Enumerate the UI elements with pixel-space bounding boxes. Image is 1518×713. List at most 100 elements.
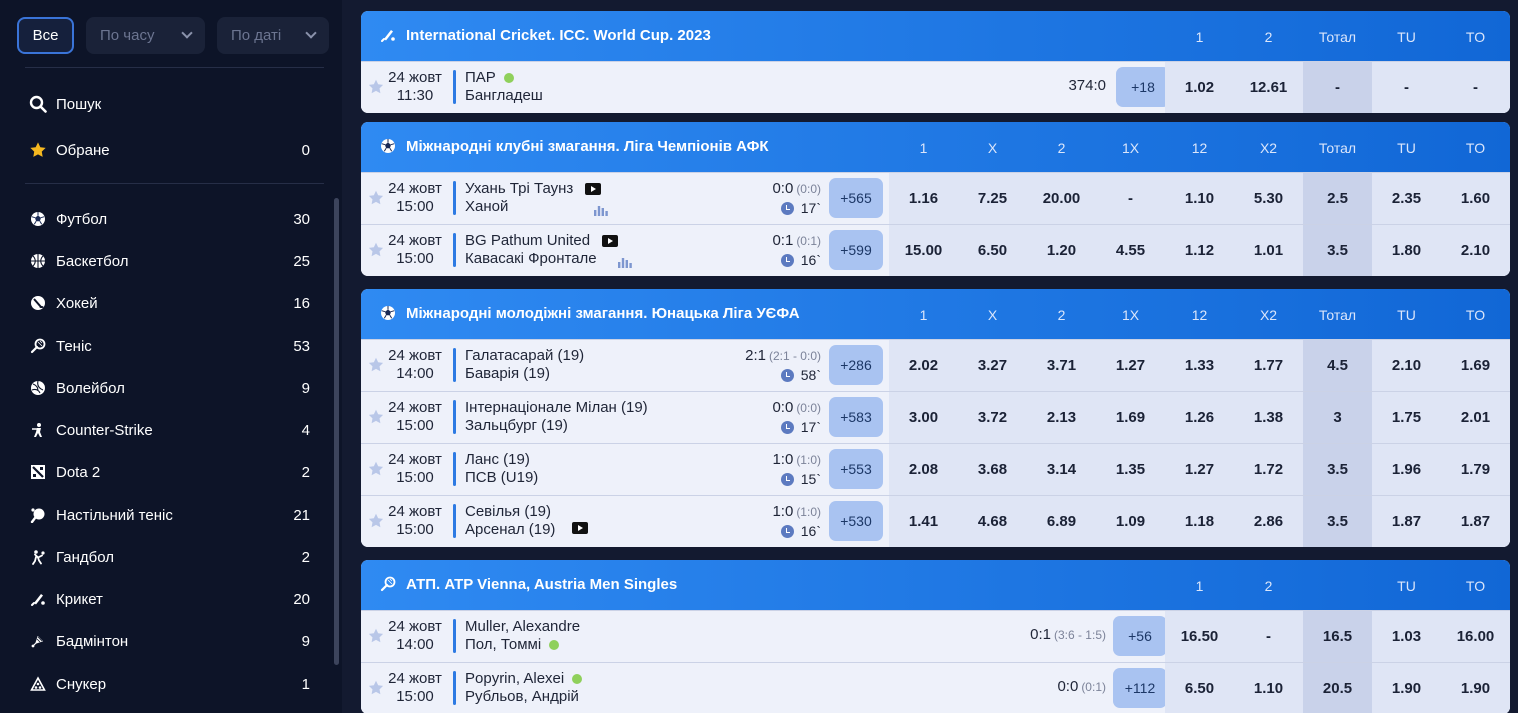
odd-cell[interactable]: 1.12 bbox=[1165, 225, 1234, 276]
more-markets-button[interactable]: +565 bbox=[829, 178, 883, 218]
odd-cell[interactable]: - bbox=[1303, 62, 1372, 113]
league-header[interactable]: International Cricket. ICC. World Cup. 2… bbox=[361, 11, 1510, 61]
odd-cell[interactable]: 1.02 bbox=[1165, 62, 1234, 113]
event-row[interactable]: 24 жовт 15:00 BG Pathum United Кавасакі Фро… bbox=[361, 224, 1510, 276]
odd-cell[interactable]: 1.10 bbox=[1165, 173, 1234, 224]
odd-cell[interactable]: 4.55 bbox=[1096, 225, 1165, 276]
odd-cell[interactable]: 15.00 bbox=[889, 225, 958, 276]
live-stream-icon[interactable] bbox=[585, 183, 602, 195]
more-markets-button[interactable]: +583 bbox=[829, 397, 883, 437]
event-row[interactable]: 24 жовт 14:00 Muller, Alexandre Пол, Томмі 0… bbox=[361, 610, 1510, 662]
odd-cell[interactable]: 1.69 bbox=[1096, 392, 1165, 443]
odd-cell[interactable]: 1.03 bbox=[1372, 611, 1441, 662]
sidebar-item-cricket[interactable]: Крикет 20 bbox=[28, 587, 318, 611]
favorites-item[interactable]: Обране 0 bbox=[28, 138, 318, 162]
odd-cell[interactable]: 1.87 bbox=[1441, 496, 1510, 547]
event-row[interactable]: 24 жовт 14:00 Галатасарай (19) Баварія (19)… bbox=[361, 339, 1510, 391]
odd-cell[interactable]: 3.71 bbox=[1027, 340, 1096, 391]
odd-cell[interactable]: 3 bbox=[1303, 392, 1372, 443]
event-row[interactable]: 24 жовт 15:00 Popyrin, Alexei Рубльов, Андр… bbox=[361, 662, 1510, 713]
odd-cell[interactable]: 4.5 bbox=[1303, 340, 1372, 391]
odd-cell[interactable]: 2.08 bbox=[889, 444, 958, 495]
more-markets-button[interactable]: +112 bbox=[1113, 668, 1167, 708]
odd-cell[interactable]: - bbox=[1372, 62, 1441, 113]
odd-cell[interactable]: 1.87 bbox=[1372, 496, 1441, 547]
odd-cell[interactable]: 2.01 bbox=[1441, 392, 1510, 443]
odd-cell[interactable]: 7.25 bbox=[958, 173, 1027, 224]
odd-cell[interactable]: 3.5 bbox=[1303, 496, 1372, 547]
odd-cell[interactable]: 2.13 bbox=[1027, 392, 1096, 443]
odd-cell[interactable]: 6.50 bbox=[958, 225, 1027, 276]
odd-cell[interactable]: - bbox=[1234, 611, 1303, 662]
sidebar-item-dota2[interactable]: Dota 2 2 bbox=[28, 460, 318, 484]
odd-cell[interactable]: 1.80 bbox=[1372, 225, 1441, 276]
odd-cell[interactable]: 20.00 bbox=[1027, 173, 1096, 224]
odd-cell[interactable]: 20.5 bbox=[1303, 663, 1372, 713]
event-row[interactable]: 24 жовт 15:00 Інтернаціонале Мілан (19) Зал… bbox=[361, 391, 1510, 443]
league-header[interactable]: АТП. ATP Vienna, Austria Men Singles 1 2 TU… bbox=[361, 560, 1510, 610]
event-row[interactable]: 24 жовт 15:00 Ухань Трі Таунз Ханой 0:0 (0:0)… bbox=[361, 172, 1510, 224]
odd-cell[interactable]: 6.50 bbox=[1165, 663, 1234, 713]
odd-cell[interactable]: 2.10 bbox=[1372, 340, 1441, 391]
odd-cell[interactable]: - bbox=[1096, 173, 1165, 224]
odd-cell[interactable]: 1.90 bbox=[1372, 663, 1441, 713]
sidebar-scrollbar[interactable] bbox=[334, 198, 339, 665]
sidebar-item-counter-strike[interactable]: Counter-Strike 4 bbox=[28, 418, 318, 442]
live-stream-icon[interactable] bbox=[572, 522, 588, 534]
odd-cell[interactable]: 1.27 bbox=[1165, 444, 1234, 495]
event-row[interactable]: 24 жовт 15:00 Ланс (19) ПСВ (U19) 1:0 (1:0) 15… bbox=[361, 443, 1510, 495]
odd-cell[interactable]: 3.68 bbox=[958, 444, 1027, 495]
odd-cell[interactable]: 3.5 bbox=[1303, 444, 1372, 495]
odd-cell[interactable]: 1.90 bbox=[1441, 663, 1510, 713]
filter-all-button[interactable]: Все bbox=[17, 17, 74, 54]
odd-cell[interactable]: 1.27 bbox=[1096, 340, 1165, 391]
odd-cell[interactable]: 6.89 bbox=[1027, 496, 1096, 547]
odd-cell[interactable]: 1.69 bbox=[1441, 340, 1510, 391]
more-markets-button[interactable]: +599 bbox=[829, 230, 883, 270]
event-row[interactable]: 24 жовт 11:30 ПАР Бангладеш 374:0 +18 1.02 12.6… bbox=[361, 61, 1510, 113]
odd-cell[interactable]: 1.41 bbox=[889, 496, 958, 547]
odd-cell[interactable]: 2.5 bbox=[1303, 173, 1372, 224]
search-item[interactable]: Пошук bbox=[28, 92, 318, 116]
odd-cell[interactable]: 1.26 bbox=[1165, 392, 1234, 443]
live-stream-icon[interactable] bbox=[602, 235, 619, 247]
filter-by-date-dropdown[interactable]: По даті bbox=[217, 17, 329, 54]
odd-cell[interactable]: 1.75 bbox=[1372, 392, 1441, 443]
odd-cell[interactable]: 1.72 bbox=[1234, 444, 1303, 495]
odd-cell[interactable]: 3.5 bbox=[1303, 225, 1372, 276]
sidebar-item-football[interactable]: Футбол 30 bbox=[28, 207, 318, 231]
odd-cell[interactable]: 1.16 bbox=[889, 173, 958, 224]
odd-cell[interactable]: 2.86 bbox=[1234, 496, 1303, 547]
odd-cell[interactable]: 1.35 bbox=[1096, 444, 1165, 495]
more-markets-button[interactable]: +530 bbox=[829, 501, 883, 541]
statistics-icon[interactable] bbox=[594, 203, 608, 216]
statistics-icon[interactable] bbox=[618, 255, 632, 268]
odd-cell[interactable]: 2.10 bbox=[1441, 225, 1510, 276]
odd-cell[interactable]: 16.00 bbox=[1441, 611, 1510, 662]
filter-by-time-dropdown[interactable]: По часу bbox=[86, 17, 205, 54]
odd-cell[interactable]: 1.18 bbox=[1165, 496, 1234, 547]
event-row[interactable]: 24 жовт 15:00 Севілья (19) Арсенал (19) 1:0(… bbox=[361, 495, 1510, 547]
sidebar-item-handball[interactable]: Гандбол 2 bbox=[28, 545, 318, 569]
more-markets-button[interactable]: +56 bbox=[1113, 616, 1167, 656]
odd-cell[interactable]: 2.02 bbox=[889, 340, 958, 391]
odd-cell[interactable]: 16.5 bbox=[1303, 611, 1372, 662]
odd-cell[interactable]: 1.60 bbox=[1441, 173, 1510, 224]
sidebar-item-basketball[interactable]: Баскетбол 25 bbox=[28, 249, 318, 273]
odd-cell[interactable]: 1.01 bbox=[1234, 225, 1303, 276]
odd-cell[interactable]: 3.72 bbox=[958, 392, 1027, 443]
odd-cell[interactable]: 4.68 bbox=[958, 496, 1027, 547]
odd-cell[interactable]: 1.38 bbox=[1234, 392, 1303, 443]
odd-cell[interactable]: 1.10 bbox=[1234, 663, 1303, 713]
league-header[interactable]: Міжнародні клубні змагання. Ліга Чемпіон… bbox=[361, 122, 1510, 172]
sidebar-item-volleyball[interactable]: Волейбол 9 bbox=[28, 376, 318, 400]
sidebar-item-table-tennis[interactable]: Настільний теніс 21 bbox=[28, 503, 318, 527]
sidebar-item-snooker[interactable]: Снукер 1 bbox=[28, 672, 318, 696]
odd-cell[interactable]: 3.27 bbox=[958, 340, 1027, 391]
odd-cell[interactable]: 1.96 bbox=[1372, 444, 1441, 495]
odd-cell[interactable]: 2.35 bbox=[1372, 173, 1441, 224]
odd-cell[interactable]: 3.14 bbox=[1027, 444, 1096, 495]
odd-cell[interactable]: 1.79 bbox=[1441, 444, 1510, 495]
more-markets-button[interactable]: +286 bbox=[829, 345, 883, 385]
sidebar-item-tennis[interactable]: Теніс 53 bbox=[28, 334, 318, 358]
